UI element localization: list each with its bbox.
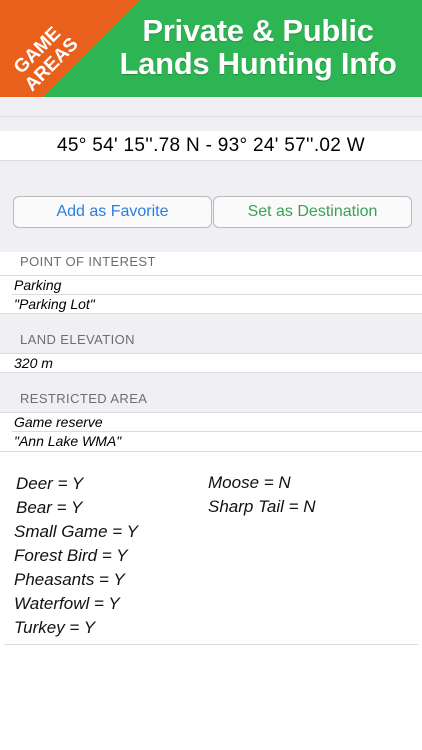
top-spacer [0, 97, 422, 131]
banner-title-line1: Private & Public [142, 13, 374, 48]
hunting-list-right: Moose = N Sharp Tail = N [208, 471, 316, 519]
divider [4, 644, 418, 645]
hunting-item: Forest Bird = Y [14, 546, 128, 565]
hunting-item: Deer = Y [16, 474, 84, 493]
hunting-list-left: Deer = Y Bear = Y Small Game = Y Forest … [14, 472, 138, 640]
elevation-header: LAND ELEVATION [20, 332, 135, 347]
restricted-header: RESTRICTED AREA [20, 391, 148, 406]
banner-title-line2: Lands Hunting Info [119, 46, 397, 81]
hunting-item: Sharp Tail = N [208, 497, 316, 516]
restricted-name: "Ann Lake WMA" [0, 432, 422, 450]
hunting-item: Moose = N [208, 473, 291, 492]
hunting-item: Turkey = Y [14, 618, 96, 637]
header-banner: Private & Public Lands Hunting Info [0, 0, 422, 97]
poi-type: Parking [0, 276, 422, 294]
add-favorite-button[interactable]: Add as Favorite [13, 196, 212, 228]
hunting-item: Small Game = Y [14, 522, 138, 541]
hunting-item: Pheasants = Y [14, 570, 125, 589]
poi-name: "Parking Lot" [0, 295, 422, 313]
hunting-item: Bear = Y [16, 498, 83, 517]
banner-title: Private & Public Lands Hunting Info [100, 14, 416, 80]
divider [0, 116, 422, 117]
set-destination-button[interactable]: Set as Destination [213, 196, 412, 228]
hunting-item: Waterfowl = Y [14, 594, 120, 613]
restricted-type: Game reserve [0, 413, 422, 431]
coordinates-text: 45° 54' 15''.78 N - 93° 24' 57''.02 W [0, 131, 422, 160]
divider [0, 451, 422, 452]
poi-header: POINT OF INTEREST [20, 254, 156, 269]
elevation-value: 320 m [0, 354, 422, 372]
